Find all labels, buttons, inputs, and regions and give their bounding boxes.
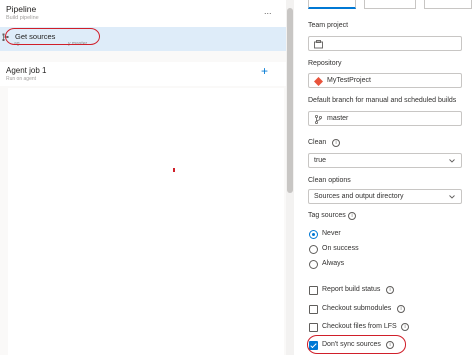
tab-strip	[308, 0, 472, 10]
radio-on-success[interactable]	[309, 245, 318, 254]
dont-sync-sources-checkbox[interactable]	[309, 341, 318, 350]
pipeline-header: Pipeline Build pipeline ...	[0, 0, 286, 27]
pipeline-pane: Pipeline Build pipeline ... Get sources …	[0, 0, 286, 355]
info-icon[interactable]: i	[386, 341, 394, 349]
agent-job-subtitle: Run on agent	[6, 76, 37, 82]
clean-select[interactable]: true	[308, 153, 462, 168]
checkout-lfs-checkbox[interactable]	[309, 323, 318, 332]
repository-value: MyTestProject	[327, 77, 371, 84]
red-marker	[173, 168, 175, 172]
clean-label: Clean	[308, 139, 327, 146]
clean-options-select[interactable]: Sources and output directory	[308, 189, 462, 204]
get-sources-branch-text: y master	[68, 41, 88, 47]
clean-options-value: Sources and output directory	[314, 193, 404, 200]
get-sources-item[interactable]: Get sources ag y master	[0, 27, 286, 51]
get-sources-label: Get sources	[15, 32, 56, 41]
checkout-submodules-checkbox[interactable]	[309, 305, 318, 314]
branch-icon	[315, 115, 323, 124]
info-icon[interactable]: i	[386, 286, 394, 294]
default-branch-value: master	[327, 115, 349, 122]
info-icon[interactable]: i	[401, 323, 409, 331]
tab-2[interactable]	[364, 0, 416, 9]
info-icon[interactable]: i	[397, 305, 405, 313]
info-icon[interactable]: i	[332, 139, 340, 147]
repository-label: Repository	[308, 60, 342, 67]
properties-pane: Team project Repository MyTestProject De…	[294, 0, 474, 355]
pane-scrollbar[interactable]	[286, 0, 294, 355]
team-project-field[interactable]	[308, 36, 462, 51]
pipeline-canvas	[8, 88, 284, 355]
radio-on-success-label: On success	[322, 245, 359, 252]
clean-options-label: Clean options	[308, 177, 351, 184]
radio-always-label: Always	[322, 260, 345, 267]
checkout-submodules-label: Checkout submodules	[322, 305, 392, 312]
tag-sources-label: Tag sources	[308, 212, 346, 219]
default-branch-label: Default branch for manual and scheduled …	[308, 97, 457, 104]
checkout-lfs-label: Checkout files from LFS	[322, 323, 397, 330]
radio-always[interactable]	[309, 260, 318, 269]
repository-field[interactable]: MyTestProject	[308, 73, 462, 88]
dont-sync-sources-label: Don't sync sources	[322, 341, 381, 348]
clean-value: true	[314, 157, 327, 164]
scrollbar-thumb[interactable]	[287, 8, 293, 193]
repo-source-icon	[2, 33, 9, 41]
team-project-label: Team project	[308, 22, 349, 29]
radio-never-label: Never	[322, 230, 341, 237]
info-icon[interactable]: i	[348, 212, 356, 220]
tab-3[interactable]	[424, 0, 472, 9]
agent-job-title: Agent job 1	[6, 66, 47, 75]
git-repo-icon	[314, 77, 323, 86]
default-branch-field[interactable]: master	[308, 111, 462, 126]
get-sources-repo-text: ag	[14, 41, 20, 47]
radio-never[interactable]	[309, 230, 318, 239]
chevron-down-icon	[449, 159, 455, 163]
project-icon	[314, 40, 323, 49]
pipeline-title: Pipeline	[6, 4, 37, 14]
report-build-status-label: Report build status	[322, 286, 381, 293]
add-icon[interactable]: +	[261, 65, 268, 77]
pipeline-subtitle: Build pipeline	[6, 15, 39, 21]
agent-job-item[interactable]: Agent job 1 Run on agent +	[0, 62, 286, 86]
more-icon[interactable]: ...	[264, 6, 272, 16]
tab-1[interactable]	[308, 0, 356, 9]
chevron-down-icon	[449, 195, 455, 199]
report-build-status-checkbox[interactable]	[309, 286, 318, 295]
